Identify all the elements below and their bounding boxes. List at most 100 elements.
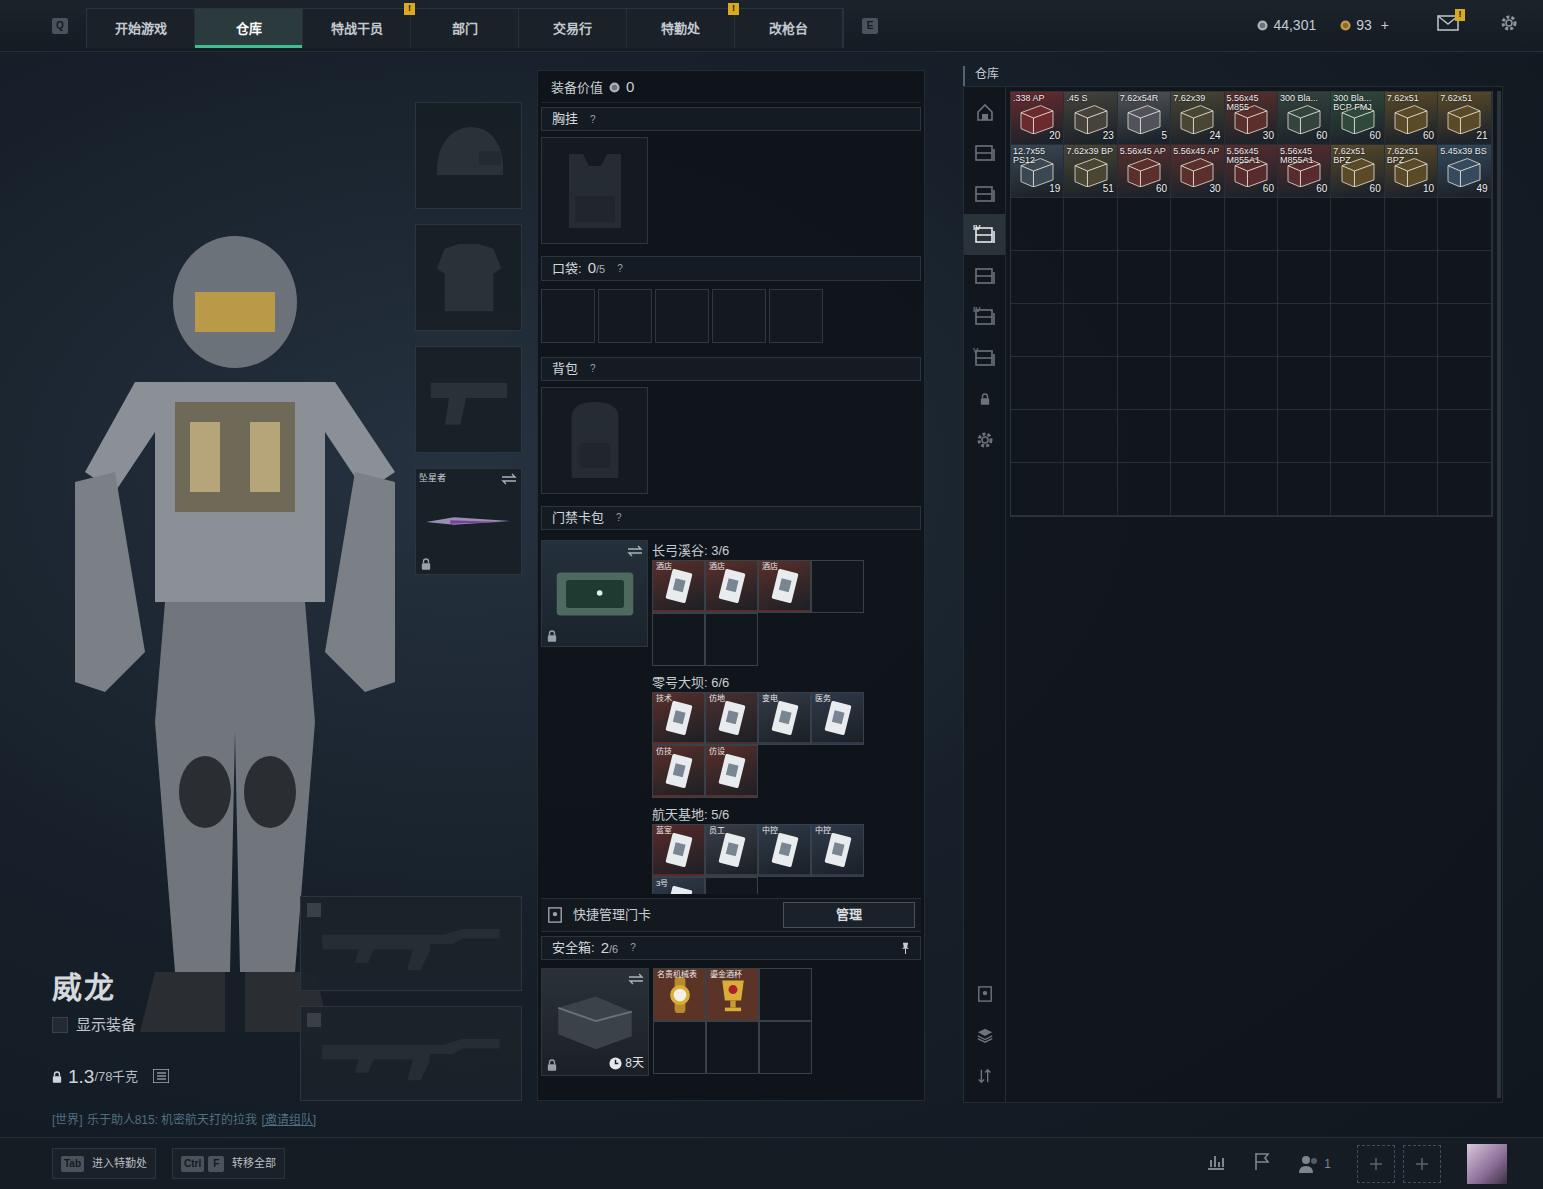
empty-cell[interactable]	[1225, 198, 1278, 251]
ammo-item[interactable]: 7.62x39 BP51	[1064, 145, 1117, 198]
backpack-slot[interactable]	[541, 387, 648, 494]
ammo-item[interactable]: 7.62x54R5	[1118, 92, 1171, 145]
empty-cell[interactable]	[1278, 410, 1331, 463]
empty-cell[interactable]	[1438, 198, 1491, 251]
empty-safe-slot[interactable]	[706, 1021, 759, 1074]
empty-cell[interactable]	[1011, 357, 1064, 410]
ammo-item[interactable]: 5.56x45 AP30	[1171, 145, 1224, 198]
layers-button[interactable]	[964, 1014, 1005, 1055]
mail-button[interactable]: !	[1437, 15, 1459, 36]
warehouse-tab[interactable]: IV	[964, 214, 1005, 255]
empty-cell[interactable]	[1331, 304, 1384, 357]
empty-cell[interactable]	[1064, 357, 1117, 410]
main-tab[interactable]: 交易行	[519, 9, 627, 48]
ammo-item[interactable]: .45 S23	[1064, 92, 1117, 145]
empty-cell[interactable]	[1118, 304, 1171, 357]
tab-left-key[interactable]: Q	[52, 18, 68, 34]
invite-team-link[interactable]: [邀请组队]	[261, 1113, 316, 1127]
ammo-item[interactable]: 7.62x3924	[1171, 92, 1224, 145]
help-button[interactable]: ?	[630, 940, 636, 955]
empty-safe-slot[interactable]	[759, 968, 812, 1021]
keycard[interactable]: 酒店	[705, 560, 758, 613]
pocket-slot[interactable]	[655, 289, 709, 343]
empty-cell[interactable]	[1385, 251, 1438, 304]
empty-cell[interactable]	[1385, 410, 1438, 463]
empty-cell[interactable]	[1011, 304, 1064, 357]
keycard[interactable]: 中控	[758, 824, 811, 877]
main-tab[interactable]: 开始游戏	[87, 9, 195, 48]
show-equipment-checkbox[interactable]	[52, 1017, 68, 1033]
empty-cell[interactable]	[1171, 357, 1224, 410]
shortcut-hint[interactable]: CtrlF转移全部	[172, 1148, 285, 1179]
settings-button[interactable]	[1499, 13, 1519, 38]
show-equipment-toggle[interactable]: 显示装备	[52, 1014, 300, 1037]
keycard[interactable]: 仿地	[705, 692, 758, 745]
empty-cell[interactable]	[1278, 198, 1331, 251]
warehouse-tab[interactable]	[964, 419, 1005, 460]
flag-button[interactable]	[1252, 1151, 1272, 1176]
ammo-item[interactable]: 5.45x39 BS49	[1438, 145, 1491, 198]
warehouse-tab[interactable]: IV	[964, 296, 1005, 337]
empty-cell[interactable]	[1171, 304, 1224, 357]
helmet-slot[interactable]	[415, 102, 522, 209]
warehouse-tab[interactable]	[964, 378, 1005, 419]
empty-cell[interactable]	[1064, 198, 1117, 251]
empty-safe-slot[interactable]	[653, 1021, 706, 1074]
ammo-item[interactable]: 12.7x55 PS1219	[1011, 145, 1064, 198]
empty-cell[interactable]	[1225, 410, 1278, 463]
empty-cell[interactable]	[1064, 304, 1117, 357]
empty-cell[interactable]	[1171, 251, 1224, 304]
empty-cell[interactable]	[1118, 410, 1171, 463]
help-button[interactable]: ?	[616, 510, 622, 525]
main-tab[interactable]: 特战干员!	[303, 9, 411, 48]
empty-cell[interactable]	[1118, 251, 1171, 304]
empty-cell[interactable]	[1011, 198, 1064, 251]
keycard[interactable]: 仿技	[652, 745, 705, 798]
safe-box-case[interactable]: 8天	[541, 968, 649, 1076]
add-token-button[interactable]: +	[1381, 15, 1389, 36]
keycard[interactable]: 酒店	[652, 560, 705, 613]
help-button[interactable]: ?	[590, 112, 596, 127]
ammo-item[interactable]: 5.56x45 M85530	[1225, 92, 1278, 145]
empty-cell[interactable]	[1064, 463, 1117, 516]
empty-cell[interactable]	[1118, 198, 1171, 251]
warehouse-tab[interactable]	[964, 91, 1005, 132]
warehouse-tab[interactable]: V	[964, 337, 1005, 378]
main-tab[interactable]: 仓库	[195, 9, 303, 48]
empty-cell[interactable]	[1225, 304, 1278, 357]
ammo-item[interactable]: 7.62x51 BPZ60	[1331, 145, 1384, 198]
keycard[interactable]: 员工	[705, 824, 758, 877]
keycard[interactable]: 医务	[811, 692, 864, 745]
empty-cell[interactable]	[1118, 463, 1171, 516]
empty-cell[interactable]	[1278, 251, 1331, 304]
empty-card-slot[interactable]	[705, 877, 758, 894]
empty-cell[interactable]	[1171, 463, 1224, 516]
empty-cell[interactable]	[1331, 463, 1384, 516]
keycard[interactable]: 技术	[652, 692, 705, 745]
keycard[interactable]: 仿设	[705, 745, 758, 798]
empty-cell[interactable]	[1011, 463, 1064, 516]
empty-cell[interactable]	[1171, 198, 1224, 251]
empty-card-slot[interactable]	[811, 560, 864, 613]
ammo-item[interactable]: 7.62x5121	[1438, 92, 1491, 145]
empty-cell[interactable]	[1331, 410, 1384, 463]
ammo-item[interactable]: 5.56x45 M855A160	[1278, 145, 1331, 198]
empty-cell[interactable]	[1278, 304, 1331, 357]
help-button[interactable]: ?	[590, 361, 596, 376]
empty-cell[interactable]	[1438, 410, 1491, 463]
chest-rig-slot[interactable]	[541, 137, 648, 244]
manage-button[interactable]: 管理	[783, 902, 915, 928]
empty-cell[interactable]	[1438, 357, 1491, 410]
empty-cell[interactable]	[1225, 463, 1278, 516]
shortcut-hint[interactable]: Tab进入特勤处	[52, 1148, 156, 1179]
safe-item[interactable]: 鎏金酒杯	[706, 968, 759, 1021]
empty-card-slot[interactable]	[652, 613, 705, 666]
friends-button[interactable]: 1	[1298, 1154, 1331, 1174]
empty-cell[interactable]	[1385, 304, 1438, 357]
ammo-item[interactable]: 300 Bla... BCP FMJ60	[1331, 92, 1384, 145]
empty-cell[interactable]	[1064, 410, 1117, 463]
weight-details-button[interactable]	[153, 1063, 169, 1092]
pocket-slot[interactable]	[598, 289, 652, 343]
weapon-slot[interactable]	[300, 1006, 522, 1101]
melee-slot[interactable]: 坠星者	[415, 468, 522, 575]
